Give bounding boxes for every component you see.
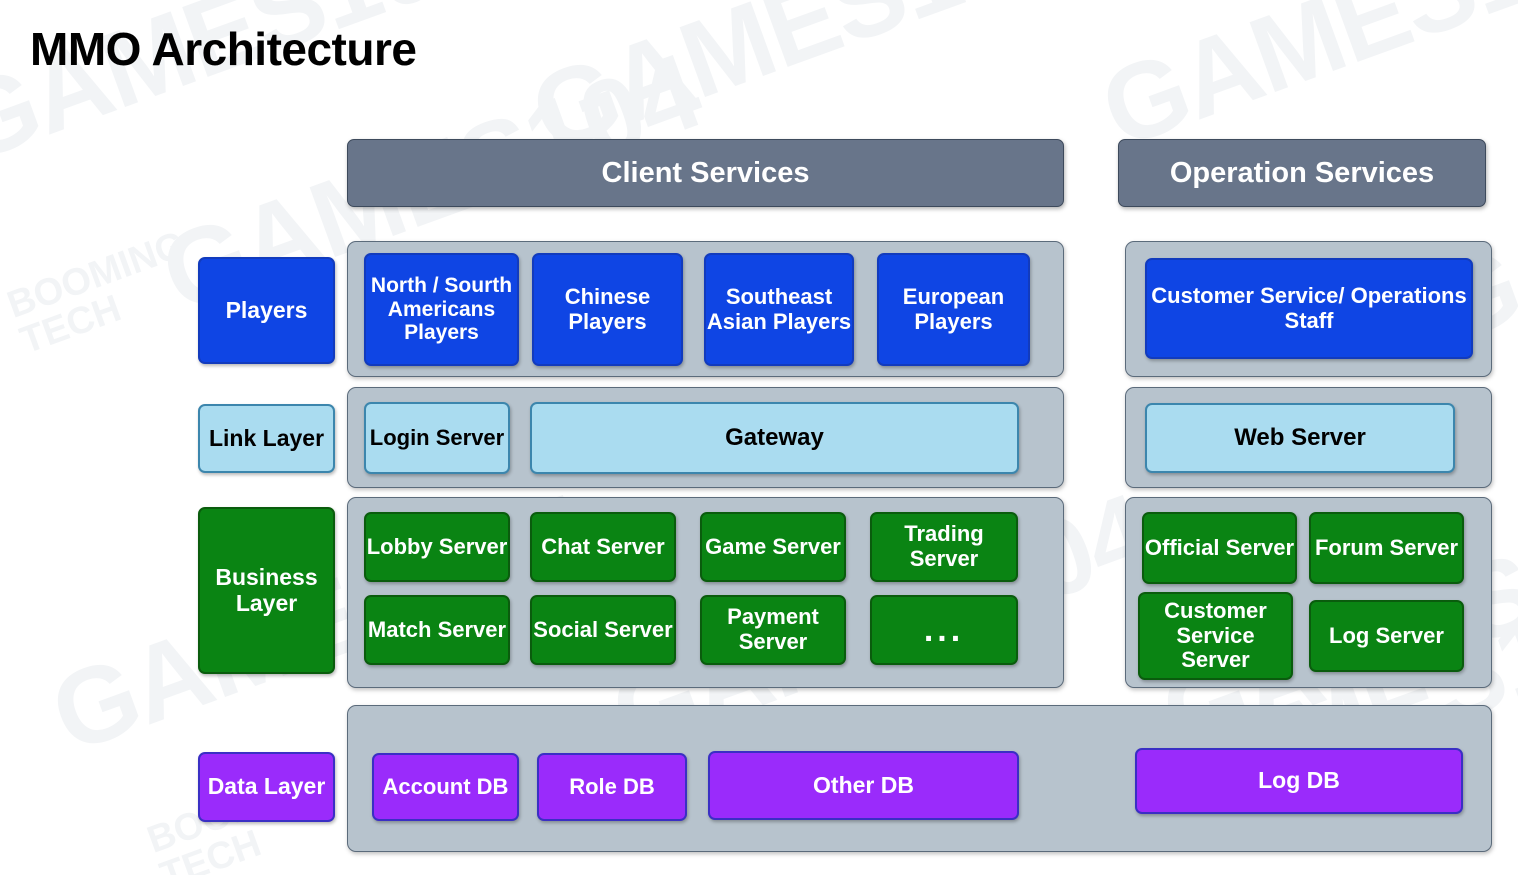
data-log-db[interactable]: Log DB xyxy=(1135,748,1463,814)
box-label: North / Sourth Americans Players xyxy=(370,274,513,345)
box-label: Role DB xyxy=(569,773,655,799)
box-label: Forum Server xyxy=(1314,534,1459,560)
box-label: Social Server xyxy=(533,616,673,642)
operation-link-web-server[interactable]: Web Server xyxy=(1145,403,1455,473)
layer-label-text: Data Layer xyxy=(207,773,326,800)
client-player-group-chinese[interactable]: Chinese Players xyxy=(532,253,683,366)
column-header-label: Operation Services xyxy=(1169,156,1435,189)
client-business-trading-server[interactable]: Trading Server xyxy=(870,512,1018,582)
client-business-game-server[interactable]: Game Server xyxy=(700,512,846,582)
box-label: Web Server xyxy=(1234,423,1366,451)
client-business-more-servers[interactable]: ... xyxy=(870,595,1018,665)
watermark-brand-line2: TECH xyxy=(14,287,127,363)
watermark-brand-line1: BOOMING xyxy=(1,223,191,327)
operation-business-forum-server[interactable]: Forum Server xyxy=(1309,512,1464,584)
diagram-canvas: GAMES104 GAMES104 GAMES104 GAMES104 GAME… xyxy=(0,0,1518,875)
data-role-db[interactable]: Role DB xyxy=(537,753,687,821)
operation-business-customer-service-server[interactable]: Customer Service Server xyxy=(1138,592,1293,680)
data-other-db[interactable]: Other DB xyxy=(708,751,1019,820)
client-player-group-southeast-asian[interactable]: Southeast Asian Players xyxy=(704,253,854,366)
box-label: Southeast Asian Players xyxy=(706,283,852,334)
layer-label-business-layer: Business Layer xyxy=(198,507,335,674)
box-label: European Players xyxy=(902,283,1005,334)
box-label: Lobby Server xyxy=(366,533,508,559)
client-player-group-european[interactable]: European Players xyxy=(877,253,1030,366)
layer-label-text: Business Layer xyxy=(215,563,318,616)
box-label: Official Server xyxy=(1144,534,1295,560)
box-label: ... xyxy=(923,610,965,649)
layer-label-text: Link Layer xyxy=(208,424,325,451)
layer-label-text: Players xyxy=(225,296,308,323)
box-label: Match Server xyxy=(367,616,507,642)
layer-label-players: Players xyxy=(198,257,335,364)
client-business-payment-server[interactable]: Payment Server xyxy=(700,595,846,665)
client-link-login-server[interactable]: Login Server xyxy=(364,402,510,474)
data-account-db[interactable]: Account DB xyxy=(372,753,519,821)
box-label: Log Server xyxy=(1329,622,1444,648)
client-business-match-server[interactable]: Match Server xyxy=(364,595,510,665)
box-label: Trading Server xyxy=(904,521,984,571)
operation-business-log-server[interactable]: Log Server xyxy=(1309,600,1464,672)
box-label: Log DB xyxy=(1258,767,1340,794)
operation-business-official-server[interactable]: Official Server xyxy=(1142,512,1297,584)
layer-label-link-layer: Link Layer xyxy=(198,404,335,473)
column-header-operation-services: Operation Services xyxy=(1118,139,1486,207)
box-label: Other DB xyxy=(813,771,914,798)
client-business-lobby-server[interactable]: Lobby Server xyxy=(364,512,510,582)
box-label: Game Server xyxy=(705,533,841,559)
client-business-chat-server[interactable]: Chat Server xyxy=(530,512,676,582)
box-label: Login Server xyxy=(369,424,505,450)
box-label: Customer Service Server xyxy=(1164,598,1267,673)
box-label: Account DB xyxy=(382,773,509,799)
column-header-label: Client Services xyxy=(601,156,810,189)
page-title: MMO Architecture xyxy=(30,23,417,75)
box-label: Customer Service/ Operations Staff xyxy=(1151,282,1467,333)
layer-label-data-layer: Data Layer xyxy=(198,752,335,822)
operation-staff-customer-service[interactable]: Customer Service/ Operations Staff xyxy=(1145,258,1473,359)
client-link-gateway[interactable]: Gateway xyxy=(530,402,1019,474)
client-business-social-server[interactable]: Social Server xyxy=(530,595,676,665)
column-header-client-services: Client Services xyxy=(347,139,1064,207)
box-label: Chat Server xyxy=(541,533,665,559)
client-player-group-north-south-america[interactable]: North / Sourth Americans Players xyxy=(364,253,519,366)
box-label: Gateway xyxy=(725,423,824,451)
box-label: Chinese Players xyxy=(564,283,651,334)
watermark-booming-tech: BOOMING TECH xyxy=(1,223,204,363)
box-label: Payment Server xyxy=(727,604,819,654)
